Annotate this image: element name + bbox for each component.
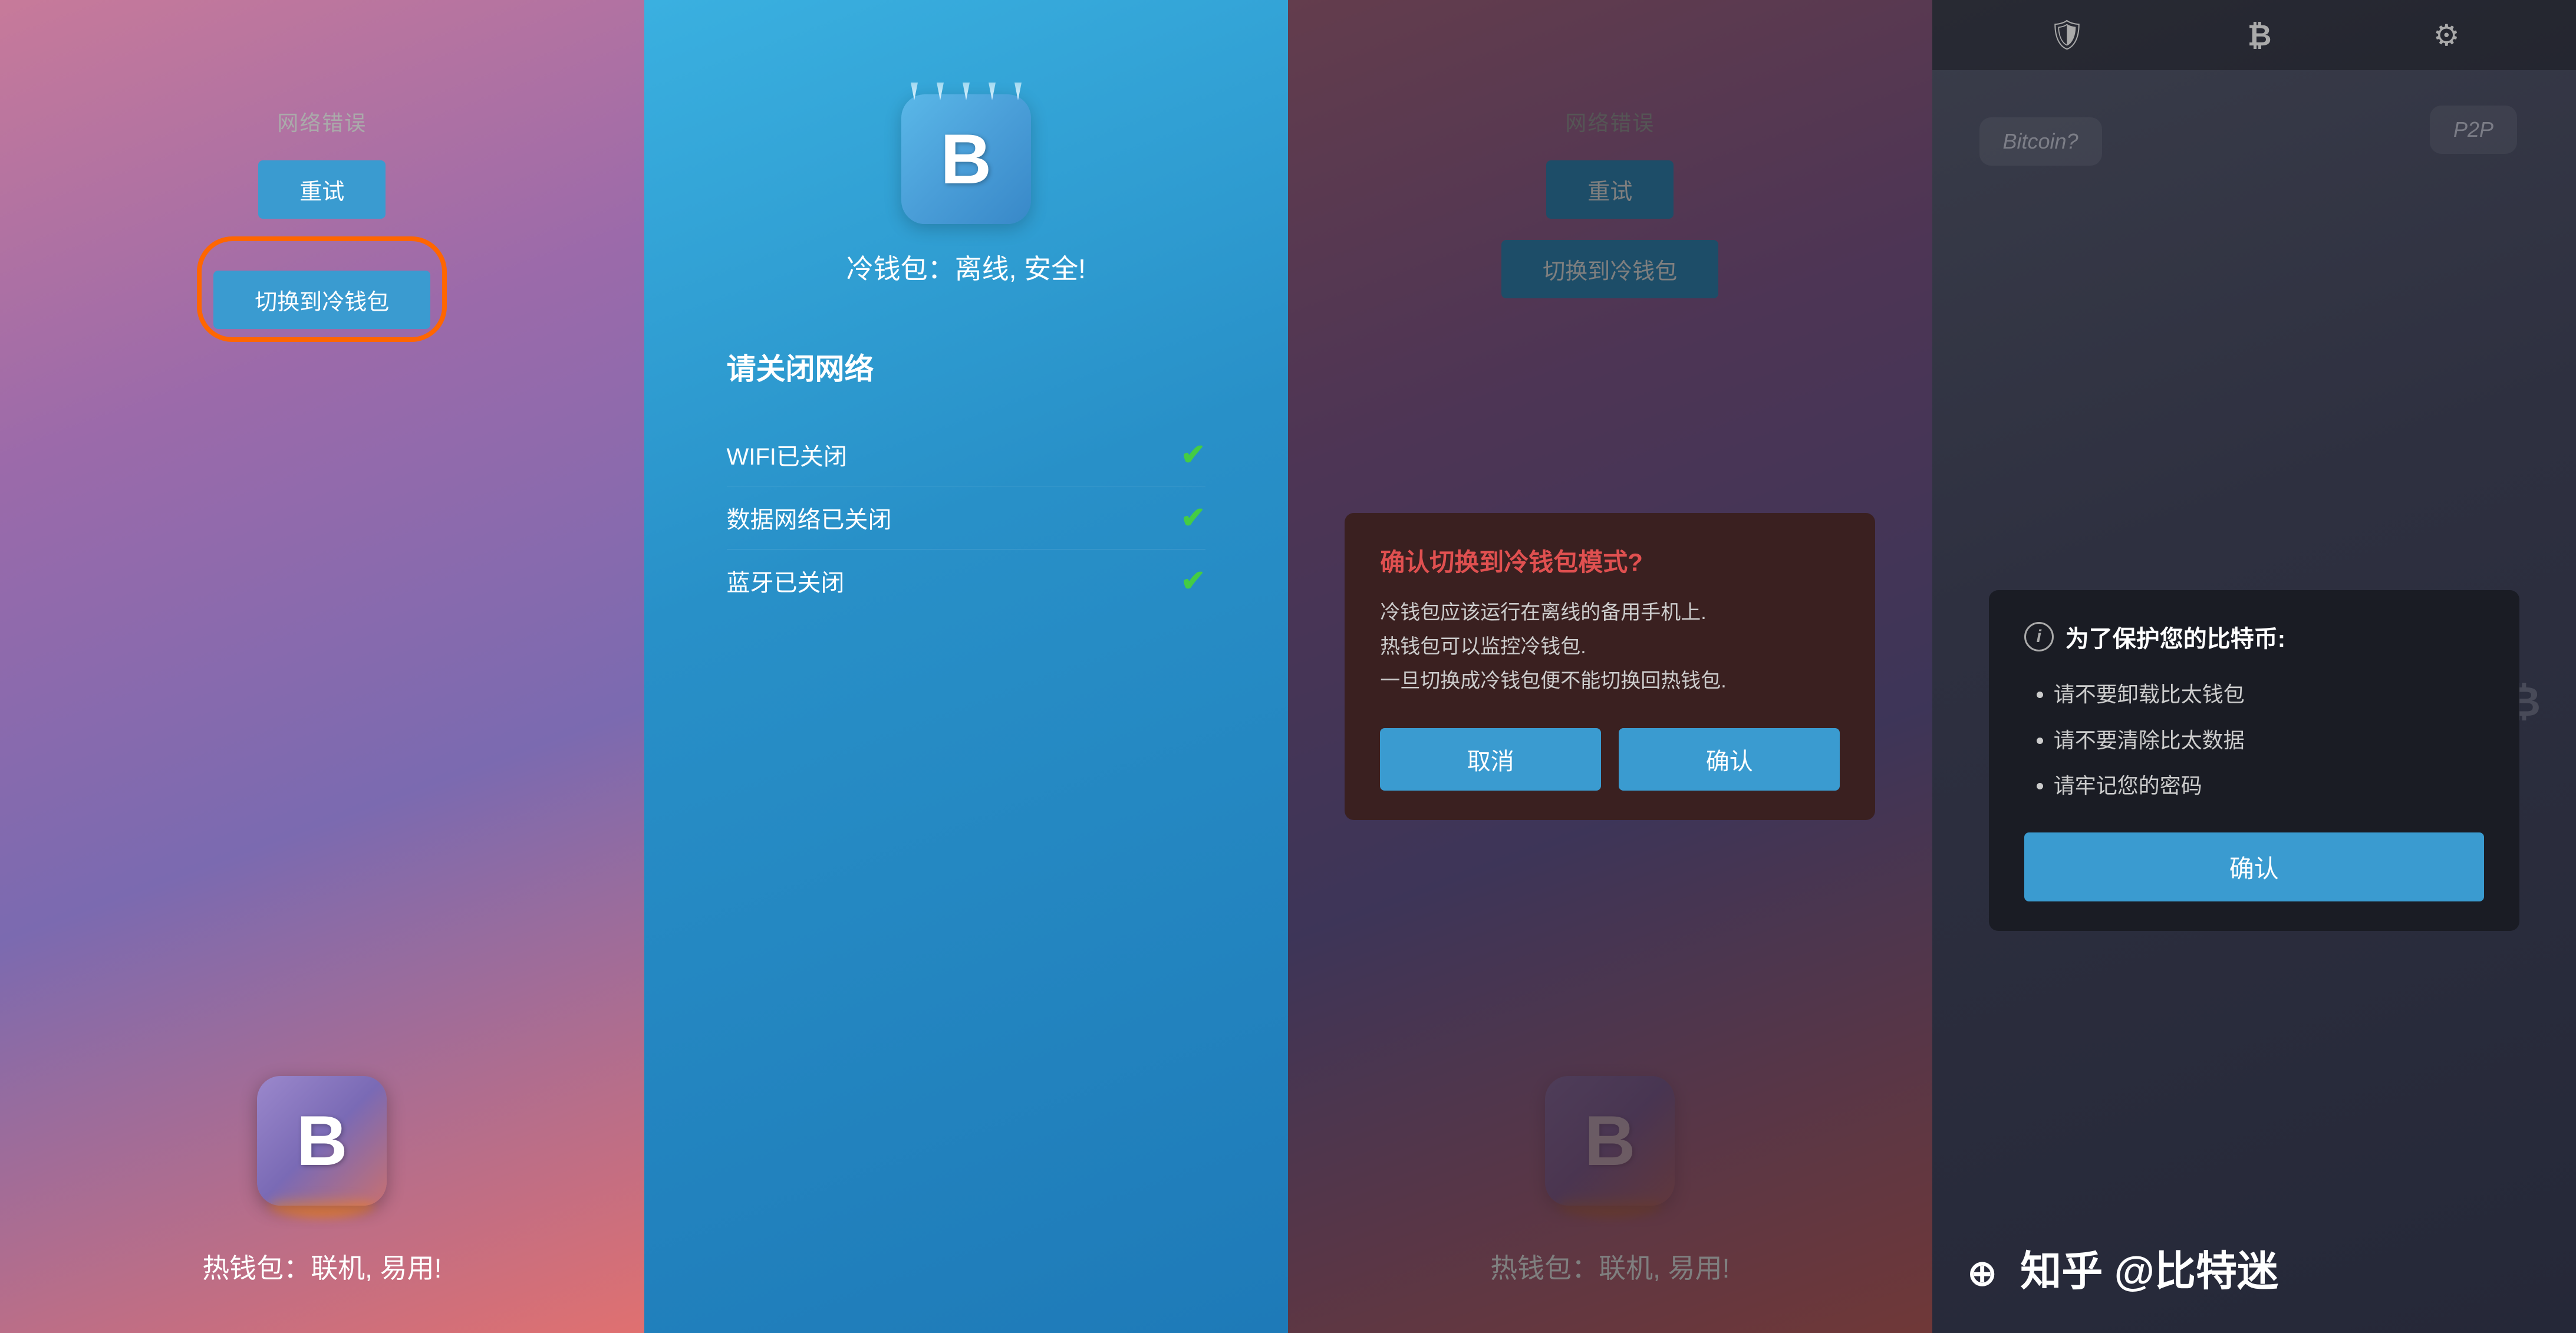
data-network-label: 数据网络已关闭 xyxy=(727,501,892,535)
plus-circle-icon: ⊕ xyxy=(1968,1253,1997,1293)
panel-protection-notice: 🛡 ₿ ⚙ Bitcoin? P2P I❤₿ i 为了保护您的比特币: 请不要卸… xyxy=(1932,0,2576,1333)
bitcoin-nav-icon[interactable]: ₿ xyxy=(2248,18,2272,52)
confirm-switch-button[interactable]: 确认 xyxy=(1619,728,1840,791)
panel-hot-wallet-error: 网络错误 重试 切换到冷钱包 B 热钱包：联机, 易用! xyxy=(0,0,644,1333)
wifi-check-item: WIFI已关闭 ✔ xyxy=(727,423,1206,486)
speech-bubble-p2p: P2P xyxy=(2430,106,2517,154)
dialog-title: 确认切换到冷钱包模式? xyxy=(1380,542,1840,578)
panel-confirm-switch: 网络错误 重试 切换到冷钱包 B 热钱包：联机, 易用! 确认切换到冷钱包模式?… xyxy=(1288,0,1932,1333)
illustration-area: Bitcoin? P2P I❤₿ i 为了保护您的比特币: 请不要卸载比太钱包 … xyxy=(1932,70,2576,1333)
gear-icon[interactable]: ⚙ xyxy=(2433,18,2460,52)
confirm-dialog: 确认切换到冷钱包模式? 冷钱包应该运行在离线的备用手机上. 热钱包可以监控冷钱包… xyxy=(1345,513,1875,819)
network-error-label: 网络错误 xyxy=(277,106,367,137)
watermark: ⊕ 知乎 @比特迷 xyxy=(1968,1238,2278,1298)
protection-title-row: i 为了保护您的比特币: xyxy=(2024,620,2484,654)
bluetooth-check-item: 蓝牙已关闭 ✔ xyxy=(727,549,1206,612)
protection-dialog: i 为了保护您的比特币: 请不要卸载比太钱包 请不要清除比太数据 请牢记您的密码… xyxy=(1989,590,2519,931)
bitcoin-letter: B xyxy=(940,119,991,200)
protection-confirm-button[interactable]: 确认 xyxy=(2024,832,2484,901)
wallet-description: 热钱包：联机, 易用! xyxy=(202,1247,442,1286)
bluetooth-label: 蓝牙已关闭 xyxy=(727,564,845,598)
watermark-text: 知乎 @比特迷 xyxy=(2020,1248,2278,1294)
dialog-body-line2: 热钱包可以监控冷钱包. xyxy=(1380,636,1586,658)
shield-icon[interactable]: 🛡 xyxy=(2048,18,2086,52)
wifi-checkmark: ✔ xyxy=(1181,437,1205,472)
protection-title: 为了保护您的比特币: xyxy=(2066,620,2285,654)
hot-wallet-icon: B xyxy=(257,1076,387,1206)
bitcoin-letter: B xyxy=(297,1100,348,1181)
dialog-body-line1: 冷钱包应该运行在离线的备用手机上. xyxy=(1380,601,1706,624)
bluetooth-checkmark: ✔ xyxy=(1181,564,1205,598)
protection-item-2: 请不要清除比太数据 xyxy=(2054,723,2484,758)
switch-button-highlight: 切换到冷钱包 xyxy=(197,236,447,342)
protection-item-3: 请牢记您的密码 xyxy=(2054,769,2484,803)
switch-to-cold-wallet-button[interactable]: 切换到冷钱包 xyxy=(213,271,430,329)
cold-wallet-icon: B xyxy=(901,94,1031,224)
cancel-button[interactable]: 取消 xyxy=(1380,728,1601,791)
speech-bubble-bitcoin: Bitcoin? xyxy=(1979,117,2102,166)
dialog-buttons: 取消 确认 xyxy=(1380,728,1840,791)
retry-button[interactable]: 重试 xyxy=(258,160,386,219)
info-icon: i xyxy=(2024,622,2054,651)
top-navigation-bar: 🛡 ₿ ⚙ xyxy=(1932,0,2576,70)
dialog-body-line3: 一旦切换成冷钱包便不能切换回热钱包. xyxy=(1380,670,1726,692)
dialog-body: 冷钱包应该运行在离线的备用手机上. 热钱包可以监控冷钱包. 一旦切换成冷钱包便不… xyxy=(1380,596,1840,698)
network-check-list: WIFI已关闭 ✔ 数据网络已关闭 ✔ 蓝牙已关闭 ✔ xyxy=(691,423,1241,612)
panel-cold-wallet-info: B 冷钱包：离线, 安全! 请关闭网络 WIFI已关闭 ✔ 数据网络已关闭 ✔ … xyxy=(644,0,1289,1333)
protection-item-1: 请不要卸载比太钱包 xyxy=(2054,677,2484,712)
data-network-checkmark: ✔ xyxy=(1181,501,1205,535)
close-network-title: 请关闭网络 xyxy=(691,345,874,388)
protection-list: 请不要卸载比太钱包 请不要清除比太数据 请牢记您的密码 xyxy=(2024,677,2484,803)
cold-wallet-title: 冷钱包：离线, 安全! xyxy=(846,248,1086,287)
confirm-dialog-overlay: 确认切换到冷钱包模式? 冷钱包应该运行在离线的备用手机上. 热钱包可以监控冷钱包… xyxy=(1288,0,1932,1333)
ice-decoration xyxy=(901,83,1031,100)
wifi-label: WIFI已关闭 xyxy=(727,437,847,472)
data-network-check-item: 数据网络已关闭 ✔ xyxy=(727,486,1206,549)
